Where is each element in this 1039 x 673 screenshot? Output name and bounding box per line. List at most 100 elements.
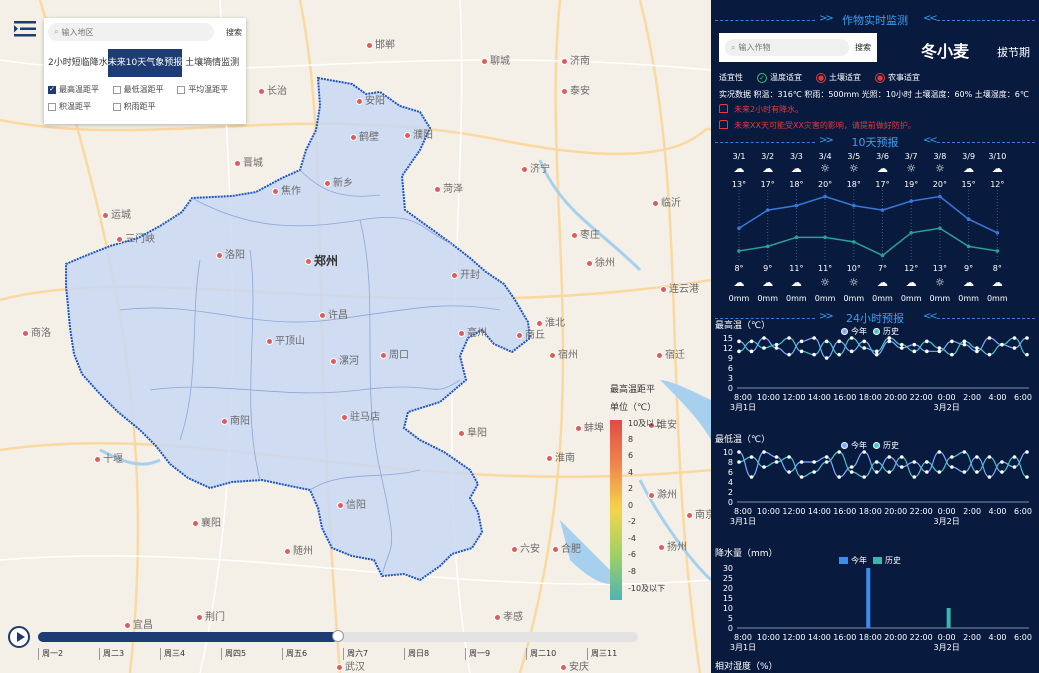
forecast-high-label: 20° [932,180,947,189]
timeline-day[interactable]: 周一2 [38,648,63,660]
series-point [1012,455,1017,459]
map-tab[interactable]: 土壤墒情监测 [182,49,242,77]
sun-icon: ☼ [820,276,831,289]
timeline-day[interactable]: 周一9 [465,648,490,660]
series-point [962,339,967,344]
checkbox-icon [48,102,56,111]
series-point [799,339,804,344]
timeline-day[interactable]: 周三4 [160,648,185,660]
timeline-day[interactable]: 周六7 [343,648,368,660]
city-label: 临沂 [652,194,681,209]
crop-search-button[interactable]: 搜索 [855,42,871,53]
x-date-label: 3月2日 [934,643,960,652]
series-point [1025,336,1029,340]
city-label: 焦作 [272,182,301,197]
timeline-day[interactable]: 周三11 [587,648,617,660]
realtime-data: 实况数据 积温：316℃ 积雨：500mm 光照：10小时 土壤温度：60% 土… [719,90,1029,99]
forecast-high-label: 20° [818,180,833,189]
timeline-day[interactable]: 周二3 [99,648,124,660]
series-point [912,342,917,347]
series-point [774,455,779,459]
x-tick-label: 12:00 [782,507,805,516]
series-point [849,470,854,474]
city-label: 六安 [511,540,540,555]
city-label: 蚌埠 [575,419,604,434]
series-point [987,352,992,357]
forecast-point [852,203,856,208]
map-tab[interactable]: 2小时短临降水 [48,49,108,77]
series-point [862,450,867,454]
series-point [975,349,979,354]
sun-icon: ☼ [906,162,917,175]
y-tick-label: 4 [728,478,733,487]
timeline-day[interactable]: 周五6 [282,648,307,660]
series-point [837,339,841,344]
color-legend: 最高温距平 单位（℃） 10及以上 8 6 4 2 0 -2 -4 -6 -8 -10及以下 [606,380,676,610]
layer-checkbox-label: 积温距平 [59,102,91,111]
alarm-icon [719,120,728,129]
series-point [812,352,816,357]
forecast-rain-label: 0mm [900,294,922,303]
city-label: 聊城 [481,52,510,67]
region-search-input[interactable] [61,27,192,37]
y-tick-label: 10 [723,448,733,457]
timeline-day[interactable]: 周日8 [404,648,429,660]
series-point [887,470,892,474]
sun-icon: ☼ [934,162,945,175]
crop-search-input[interactable] [738,43,819,52]
x-date-label: 3月1日 [730,403,756,412]
hourly-chart: 051015202530 8:003月1日10:00 12:00 14:00 16:00… [723,564,1032,652]
city-label: 许昌 [319,306,348,321]
series-point [1025,450,1029,454]
x-tick-label: 4:00 [989,633,1007,642]
series-point [762,465,766,469]
forecast-highs-line [738,195,998,234]
sun-icon: ☼ [848,162,859,175]
layer-checkbox-label: 最高温距平 [59,85,99,94]
series-point [1012,336,1017,340]
y-tick-label: 9 [728,354,733,363]
layer-checkbox[interactable]: 平均温距平 [177,84,242,95]
timeline-day[interactable]: 周四5 [221,648,246,660]
series-point [912,475,917,479]
series-point [837,352,841,357]
x-tick-label: 10:00 [757,393,780,402]
map-view[interactable]: 郑州 开封 洛阳 新乡 焦作 鹤壁 安阳 濮阳 许昌 平顶山 漯河 周口 商丘 驻马店 南阳 信阳 三门峡 济南邯… [0,0,711,673]
timeline-handle[interactable] [332,630,344,642]
layer-checkbox[interactable]: ✓ 最高温距平 [48,84,113,95]
timeline-track[interactable] [38,630,638,642]
x-tick-label: 0:00 [938,393,956,402]
timeline: 周一2 周二3 周三4 周四5 周五6 周六7 周日8 周一9 周二10 周三11 [0,622,711,673]
city-label: 济南 [561,52,590,67]
series-point [799,460,804,464]
forecast-low-label: 9° [964,264,974,273]
hourly-chart: 03691215 8:003月1日10:00 12:00 14:00 16:00 18:0… [723,334,1032,412]
cloud-icon: ☁ [963,162,975,175]
layer-checkbox[interactable]: 积雨距平 [112,101,178,112]
forecast-point [909,199,913,203]
timeline-day[interactable]: 周二10 [526,648,556,660]
city-label: 周口 [380,346,409,361]
forecast-low-label: 13° [932,264,947,273]
series-point [737,339,741,344]
forecast-point [852,240,856,244]
sun-icon: ☼ [934,276,945,289]
series-point [849,465,854,469]
map-tab[interactable]: 未来10天气象预报 [107,49,183,77]
city-label: 济宁 [521,160,550,175]
region-search-button[interactable]: 搜索 [214,27,242,38]
menu-icon[interactable] [14,20,36,38]
play-icon[interactable] [8,626,30,648]
series-point [774,460,779,464]
x-tick-label: 10:00 [757,633,780,642]
layer-checkbox[interactable]: 积温距平 [48,101,113,112]
forecast-point [966,244,971,249]
legend-tick: -2 [628,517,636,526]
x-tick-label: 14:00 [808,507,831,516]
legend-tick: 4 [628,467,634,477]
layer-checkbox[interactable]: 最低温距平 [112,84,178,95]
series-point [975,455,979,459]
x-tick-label: 4:00 [989,393,1007,402]
city-label: 十堰 [94,450,123,465]
series-point [1000,342,1004,347]
